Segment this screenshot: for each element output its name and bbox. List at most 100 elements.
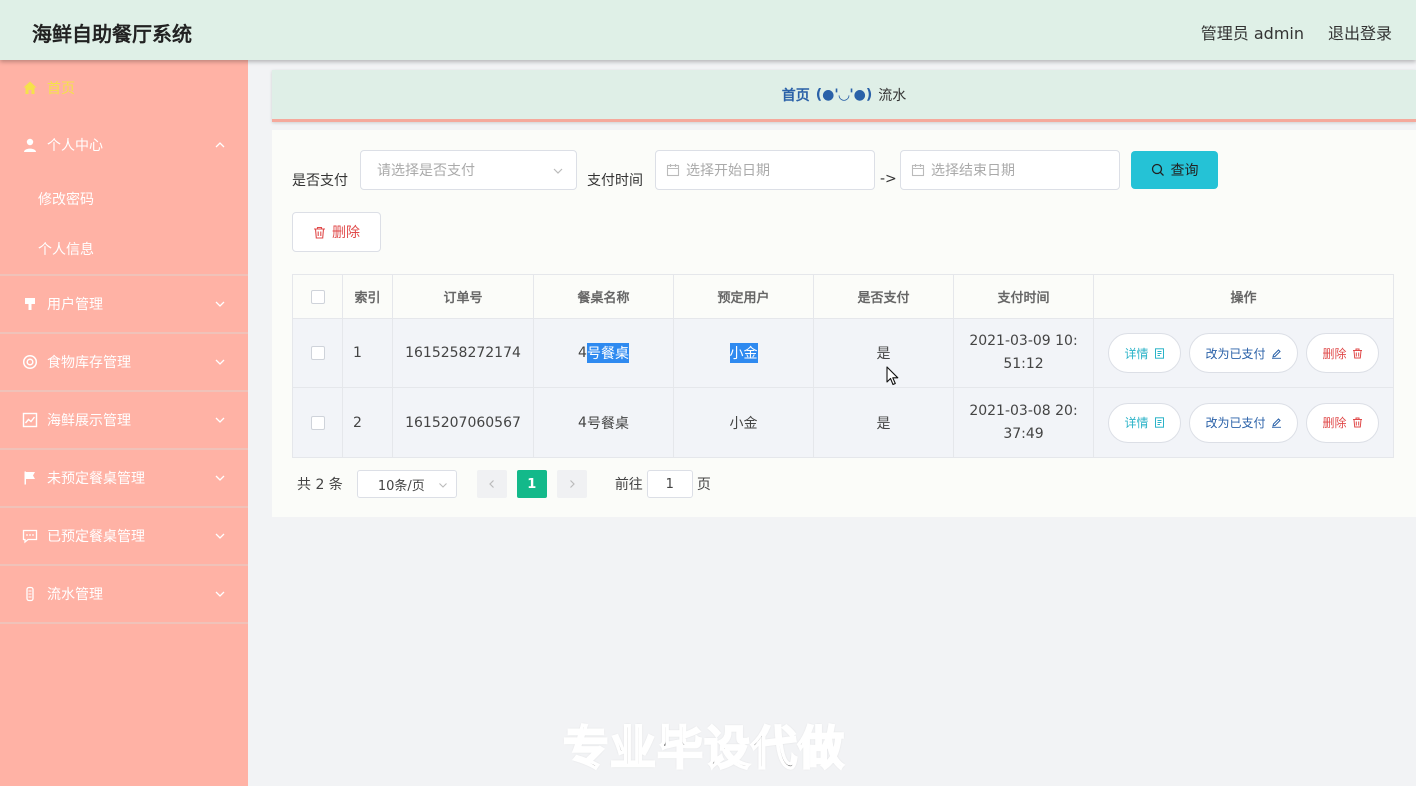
content-panel: 是否支付 请选择是否支付 支付时间 选择开始日期 -> 选择结束日期 查询 删除… — [272, 130, 1416, 517]
sidebar-item-food-stock[interactable]: 食物库存管理 — [0, 334, 248, 392]
table-row: 1 1615258272174 4 号餐桌 小金 是 2021-03-09 10:… — [293, 319, 1393, 388]
end-date-placeholder: 选择结束日期 — [931, 163, 1015, 179]
sidebar-subitem-change-password[interactable]: 修改密码 — [0, 174, 248, 224]
trash-icon — [1352, 348, 1362, 358]
chevron-down-icon — [214, 472, 226, 484]
pagination-total: 共 2 条 — [297, 477, 343, 493]
goto-page-input[interactable]: 1 — [646, 470, 693, 498]
batch-delete-label: 删除 — [332, 225, 360, 241]
top-header: 海鲜自助餐厅系统 管理员 admin 退出登录 — [0, 0, 1416, 60]
sidebar-item-label: 用户管理 — [47, 297, 103, 313]
query-button-label: 查询 — [1170, 163, 1199, 179]
table-row: 2 1615207060567 4 号餐桌 小金 是 2021-03-08 20:… — [293, 388, 1393, 457]
sidebar-item-home[interactable]: 首页 — [0, 60, 248, 116]
cell-order-number: 1615258272174 — [393, 319, 534, 387]
pay-time-text: 2021-03-09 10:51:12 — [969, 333, 1078, 372]
table-name-prefix: 4 — [578, 345, 587, 361]
cell-index: 1 — [343, 319, 393, 387]
breadcrumb: 首页 (●'◡'●) 流水 — [272, 70, 1416, 122]
sidebar-item-booked-tables[interactable]: 已预定餐桌管理 — [0, 508, 248, 566]
sidebar: 首页 个人中心 修改密码 个人信息 用户管理 食物库存管理 海鲜展示管理 未预定… — [0, 60, 248, 786]
logout-link[interactable]: 退出登录 — [1328, 20, 1392, 44]
watermark-text: 专业毕设代做 — [562, 720, 845, 776]
sidebar-item-flow-management[interactable]: 流水管理 — [0, 566, 248, 624]
sidebar-item-label: 已预定餐桌管理 — [47, 529, 145, 545]
mark-paid-label: 改为已支付 — [1205, 416, 1266, 430]
sidebar-item-label: 个人中心 — [47, 138, 103, 154]
cell-pay-time: 2021-03-09 10:51:12 — [954, 319, 1094, 387]
cell-pay-time: 2021-03-08 20:37:49 — [954, 388, 1094, 457]
main-content: 首页 (●'◡'●) 流水 是否支付 请选择是否支付 支付时间 选择开始日期 -… — [248, 60, 1416, 786]
query-button[interactable]: 查询 — [1131, 151, 1218, 189]
select-all-checkbox[interactable] — [310, 289, 325, 304]
flow-table: 索引 订单号 餐桌名称 预定用户 是否支付 支付时间 操作 1 16152582… — [292, 274, 1394, 458]
batch-delete-button[interactable]: 删除 — [292, 212, 381, 252]
paid-select[interactable]: 请选择是否支付 — [360, 150, 577, 190]
chevron-up-icon — [214, 139, 226, 151]
mark-paid-button[interactable]: 改为已支付 — [1189, 333, 1298, 373]
cell-order-number: 1615207060567 — [393, 388, 534, 457]
sidebar-item-user-management[interactable]: 用户管理 — [0, 276, 248, 334]
tube-icon — [22, 586, 38, 602]
calendar-icon — [666, 163, 680, 177]
mouse-cursor-icon — [886, 366, 899, 386]
row-delete-label: 删除 — [1322, 416, 1347, 430]
header-booking-user: 预定用户 — [674, 275, 814, 318]
sidebar-item-unbooked-tables[interactable]: 未预定餐桌管理 — [0, 450, 248, 508]
pay-time-text: 2021-03-08 20:37:49 — [969, 402, 1078, 442]
row-select-cell — [293, 319, 343, 387]
sidebar-item-label: 食物库存管理 — [47, 355, 131, 371]
sidebar-item-label: 首页 — [47, 81, 75, 97]
booking-user-selected: 小金 — [729, 343, 758, 363]
user-icon — [22, 137, 38, 153]
sidebar-item-label: 流水管理 — [47, 587, 103, 603]
cell-index: 2 — [343, 388, 393, 457]
cell-operations: 详情 改为已支付 删除 — [1094, 319, 1393, 387]
mark-paid-button[interactable]: 改为已支付 — [1189, 402, 1298, 443]
page-number-current[interactable]: 1 — [516, 470, 547, 498]
page-size-select[interactable]: 10条/页 — [356, 470, 457, 498]
trash-icon — [1352, 417, 1362, 428]
breadcrumb-current: 流水 — [878, 87, 907, 104]
sidebar-item-seafood-display[interactable]: 海鲜展示管理 — [0, 392, 248, 450]
cell-table-name: 4 号餐桌 — [534, 319, 674, 387]
sidebar-item-label: 未预定餐桌管理 — [47, 471, 145, 487]
chevron-down-icon — [552, 165, 564, 177]
detail-button[interactable]: 详情 — [1108, 402, 1181, 443]
sidebar-subitem-personal-info[interactable]: 个人信息 — [0, 224, 248, 274]
header-select-cell — [293, 275, 343, 318]
start-date-input[interactable]: 选择开始日期 — [655, 150, 875, 190]
prev-page-button[interactable] — [476, 470, 507, 498]
app-title: 海鲜自助餐厅系统 — [32, 22, 192, 46]
header-pay-time: 支付时间 — [954, 275, 1094, 318]
header-table-name: 餐桌名称 — [534, 275, 674, 318]
row-checkbox[interactable] — [310, 346, 325, 360]
goto-label: 前往 — [614, 477, 643, 493]
paid-filter-label: 是否支付 — [292, 173, 348, 189]
end-date-input[interactable]: 选择结束日期 — [900, 150, 1120, 190]
table-name-selected: 号餐桌 — [586, 343, 629, 363]
search-icon — [1151, 163, 1164, 176]
edit-icon — [1271, 348, 1281, 359]
date-range-separator: -> — [880, 171, 897, 187]
row-delete-button[interactable]: 删除 — [1306, 402, 1379, 443]
breadcrumb-home[interactable]: 首页 — [782, 85, 810, 105]
flag-icon — [22, 470, 38, 486]
calendar-icon — [911, 163, 925, 177]
chevron-left-icon — [488, 480, 494, 488]
trash-icon — [314, 226, 325, 239]
chart-icon — [22, 412, 38, 428]
paid-select-placeholder: 请选择是否支付 — [377, 163, 475, 179]
cell-table-name: 4 号餐桌 — [534, 388, 674, 457]
header-order-number: 订单号 — [393, 275, 534, 318]
next-page-button[interactable] — [556, 470, 587, 498]
row-checkbox[interactable] — [310, 415, 325, 430]
table-name-prefix: 4 — [578, 414, 587, 431]
sidebar-item-personal-center[interactable]: 个人中心 — [0, 116, 248, 174]
detail-button[interactable]: 详情 — [1108, 333, 1181, 373]
home-icon — [22, 80, 38, 96]
row-delete-button[interactable]: 删除 — [1306, 333, 1379, 373]
edit-icon — [1271, 418, 1281, 428]
page-size-value: 10条/页 — [377, 478, 425, 494]
goto-unit: 页 — [696, 477, 711, 493]
